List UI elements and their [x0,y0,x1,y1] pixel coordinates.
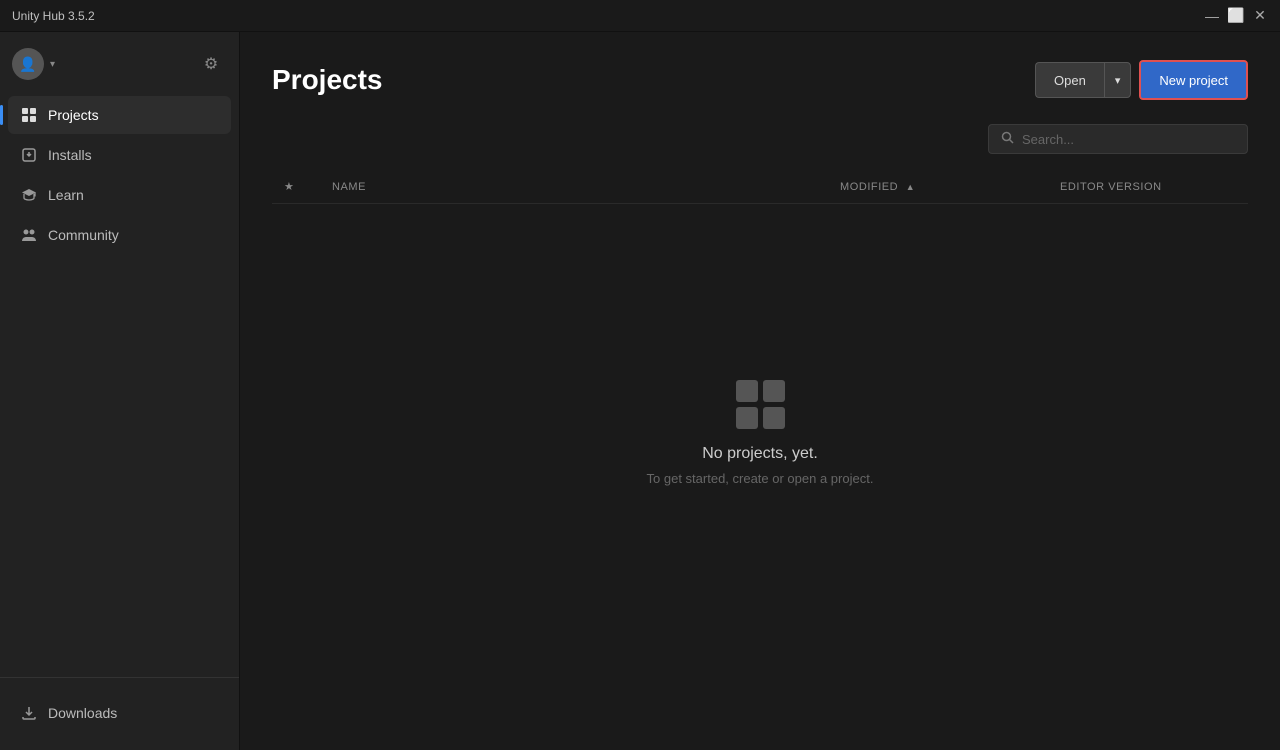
sidebar: 👤 ▾ ⚙ Projects [0,32,240,750]
learn-icon [20,186,38,204]
page-title: Projects [272,64,383,96]
sidebar-item-projects[interactable]: Projects [8,96,231,134]
empty-subtitle: To get started, create or open a project… [647,471,874,486]
main-content: Projects Open ▾ New project [240,32,1280,750]
avatar: 👤 [12,48,44,80]
sidebar-item-community[interactable]: Community [8,216,231,254]
empty-icon-square-1 [736,380,758,402]
sidebar-item-label: Learn [48,187,84,203]
app-layout: 👤 ▾ ⚙ Projects [0,32,1280,750]
chevron-down-icon: ▾ [1115,74,1121,87]
th-modified[interactable]: MODIFIED ▲ [828,170,1048,204]
sidebar-nav: Projects Installs [0,96,239,677]
sidebar-item-label: Community [48,227,119,243]
app-title: Unity Hub 3.5.2 [12,9,95,23]
empty-icon-square-3 [736,407,758,429]
open-button[interactable]: Open [1035,62,1104,98]
header-actions: Open ▾ New project [1035,60,1248,100]
empty-icon [736,380,785,429]
close-button[interactable]: ✕ [1252,8,1268,24]
user-menu[interactable]: 👤 ▾ [12,48,55,80]
sidebar-item-label: Installs [48,147,92,163]
open-dropdown-button[interactable]: ▾ [1104,62,1132,98]
window-controls: — ⬜ ✕ [1204,8,1268,24]
sidebar-item-downloads[interactable]: Downloads [8,694,231,732]
search-icon [1001,131,1014,147]
empty-icon-square-4 [763,407,785,429]
sidebar-item-label: Projects [48,107,99,123]
search-wrapper [988,124,1248,154]
star-icon: ★ [284,181,294,193]
sidebar-item-label: Downloads [48,705,117,721]
empty-title: No projects, yet. [702,445,818,463]
minimize-button[interactable]: — [1204,8,1220,24]
th-star[interactable]: ★ [272,170,320,204]
projects-icon [20,106,38,124]
sidebar-header: 👤 ▾ ⚙ [0,40,239,96]
sidebar-bottom: Downloads [0,677,239,750]
sort-arrow-icon: ▲ [906,182,915,192]
th-editor: EDITOR VERSION [1048,170,1248,204]
titlebar: Unity Hub 3.5.2 — ⬜ ✕ [0,0,1280,32]
avatar-icon: 👤 [19,56,36,73]
sidebar-item-installs[interactable]: Installs [8,136,231,174]
content-header: Projects Open ▾ New project [272,60,1248,100]
projects-table: ★ NAME MODIFIED ▲ EDITOR VERSION [272,170,1248,204]
sidebar-item-learn[interactable]: Learn [8,176,231,214]
new-project-button[interactable]: New project [1139,60,1248,100]
empty-icon-square-2 [763,380,785,402]
search-bar [272,124,1248,154]
table-header-row: ★ NAME MODIFIED ▲ EDITOR VERSION [272,170,1248,204]
settings-button[interactable]: ⚙ [195,48,227,80]
th-name[interactable]: NAME [320,170,828,204]
chevron-down-icon: ▾ [50,59,55,70]
search-input[interactable] [1022,132,1235,147]
download-icon [20,704,38,722]
empty-state: No projects, yet. To get started, create… [272,220,1248,726]
gear-icon: ⚙ [204,54,218,74]
community-icon [20,226,38,244]
maximize-button[interactable]: ⬜ [1228,8,1244,24]
installs-icon [20,146,38,164]
